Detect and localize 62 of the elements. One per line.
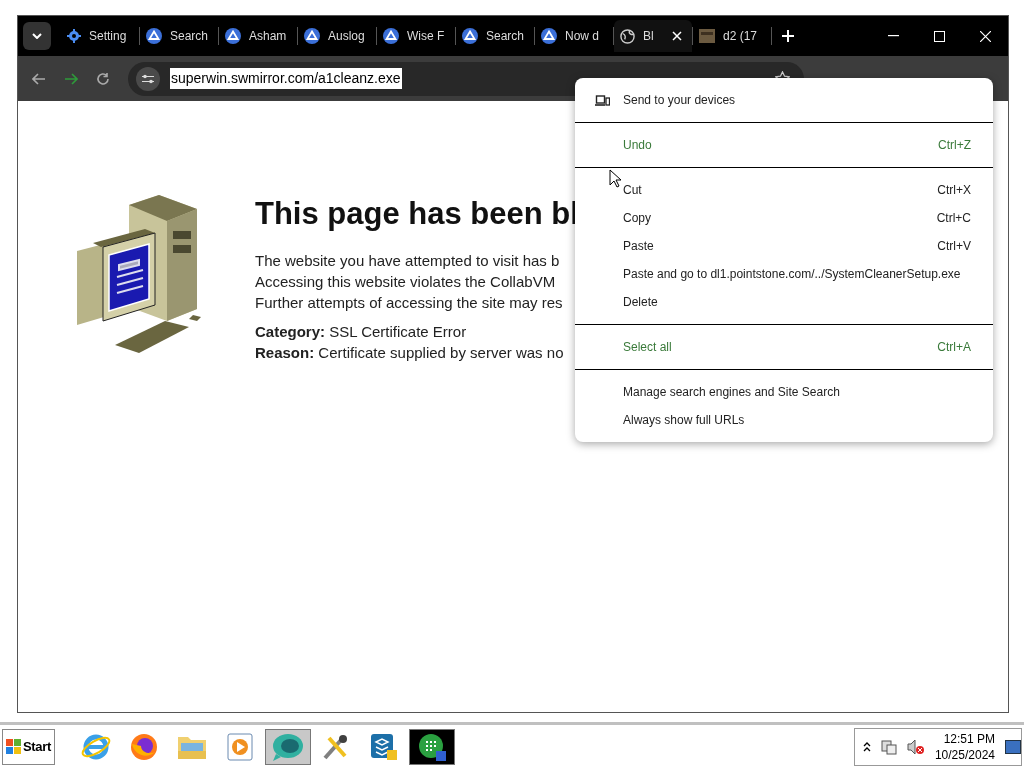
triangle-logo-icon (225, 28, 241, 44)
grid-ball-icon (417, 731, 447, 762)
thumbnail-icon (699, 29, 715, 43)
menu-item[interactable]: Manage search engines and Site Search (575, 378, 993, 406)
tab-list-button[interactable] (23, 22, 51, 50)
fact-line: Category: SSL Certificate Error (255, 321, 468, 342)
minimize-icon[interactable] (887, 35, 899, 37)
close-icon[interactable] (672, 31, 682, 41)
tab-title: Auslog (328, 28, 365, 45)
chat-bubble-icon (271, 731, 305, 762)
close-icon[interactable] (979, 30, 991, 42)
chevron-down-icon (32, 33, 42, 39)
forward-arrow-icon[interactable] (64, 72, 78, 85)
clock-time: 12:51 PM (943, 730, 995, 747)
tab-title: Search (486, 28, 525, 45)
menu-item[interactable]: Select all Ctrl+A (575, 333, 993, 361)
triangle-logo-icon (383, 28, 399, 44)
tab-title: Bl (643, 28, 654, 45)
fact-line: Reason: Certificate supplied by server was no (255, 342, 565, 363)
clock-date: 10/25/2024 (934, 746, 995, 763)
start-button[interactable]: Start (2, 728, 55, 765)
globe-icon (620, 28, 635, 44)
tab-title: Now d (565, 28, 599, 45)
menu-item[interactable]: Always show full URLs (575, 406, 993, 434)
message-line: The website you have attempted to visit has b (255, 250, 561, 271)
triangle-logo-icon (304, 28, 320, 44)
show-desktop-button[interactable] (1005, 739, 1021, 754)
menu-item[interactable]: Undo Ctrl+Z (575, 131, 993, 159)
new-tab-icon[interactable] (782, 30, 794, 42)
menu-item[interactable]: Paste Ctrl+V (575, 232, 993, 260)
browser-tab[interactable]: Bl (614, 20, 692, 52)
tab-title: Setting (89, 28, 127, 45)
menu-item[interactable]: Cut Ctrl+X (575, 176, 993, 204)
message-line: Accessing this website violates the CollabVM (255, 271, 557, 292)
taskbar-app[interactable] (409, 728, 455, 765)
back-arrow-icon[interactable] (32, 72, 46, 85)
triangle-logo-icon (146, 28, 162, 44)
installer-icon (369, 731, 399, 762)
site-info-button[interactable] (136, 66, 160, 91)
sliders-icon (142, 73, 154, 84)
chevron-up-icon[interactable] (862, 741, 871, 752)
tab-title: Asham (249, 28, 287, 45)
network-icon[interactable] (880, 738, 897, 755)
maximize-icon[interactable] (933, 30, 945, 42)
muted-speaker-icon[interactable] (906, 738, 925, 755)
menu-item[interactable]: Delete (575, 288, 993, 316)
message-line: Further attempts of accessing the site may res (255, 292, 564, 313)
triangle-logo-icon (541, 28, 557, 44)
tab-title: d2 (17 (723, 28, 758, 45)
laptop-phone-icon (595, 94, 610, 106)
triangle-logo-icon (462, 28, 478, 44)
gear-icon (67, 29, 81, 43)
windows-logo-icon (6, 739, 21, 754)
fox-globe-icon (129, 731, 159, 762)
tab-title: Search (170, 28, 209, 45)
url-text: superwin.swmirror.com/a1cleanz.exe (170, 68, 402, 89)
menu-item[interactable]: Paste and go to dl1.pointstone.com/../SystemCleanerSetup.exe (575, 260, 993, 288)
tab-title: Wise F (407, 28, 445, 45)
reload-icon[interactable] (96, 71, 110, 86)
taskbar-app[interactable] (265, 728, 311, 765)
menu-item[interactable]: Copy Ctrl+C (575, 204, 993, 232)
play-icon (227, 732, 253, 761)
